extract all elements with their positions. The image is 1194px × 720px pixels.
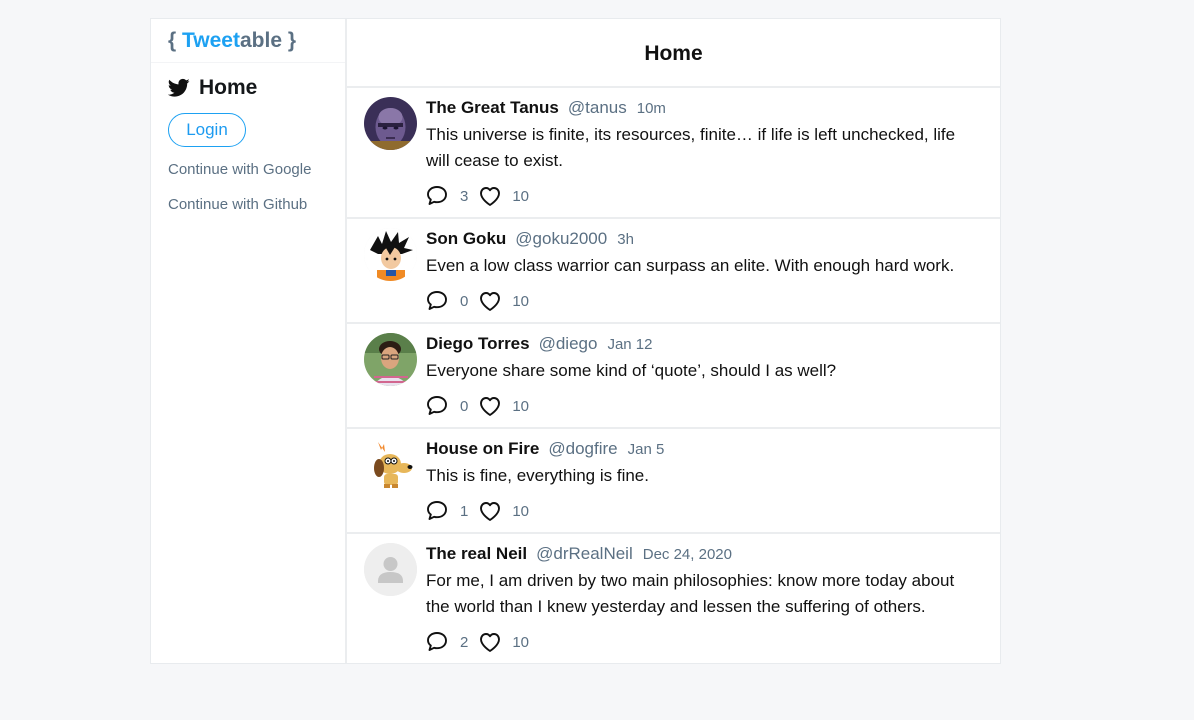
continue-with-github-link[interactable]: Continue with Github [168,196,345,213]
comment-icon[interactable] [426,395,450,417]
tweet-author-name[interactable]: House on Fire [426,439,539,459]
tweet-author-name[interactable]: Diego Torres [426,334,530,354]
like-count: 10 [512,502,530,520]
brand-logo[interactable]: { Tweetable } [151,19,345,63]
avatar[interactable] [364,228,417,281]
like-count: 10 [512,187,530,205]
tweet-author-handle[interactable]: @dogfire [548,439,617,459]
tweet-content: This is fine, everything is fine. [426,466,649,485]
bird-icon [168,78,190,97]
default-avatar-icon [364,543,417,596]
tweet-author-handle[interactable]: @diego [539,334,598,354]
tweet-actions: 0 10 [426,288,980,314]
comment-count: 0 [460,292,469,310]
continue-with-google-link[interactable]: Continue with Google [168,161,345,178]
brand-open-brace: { [168,29,183,52]
tweet-item[interactable]: Son Goku @goku2000 3h Even a low class w… [347,219,1000,324]
heart-icon[interactable] [478,395,502,417]
tweet-actions: 0 10 [426,393,980,419]
tweet-time: Dec 24, 2020 [642,546,732,563]
avatar-goku [364,228,417,281]
brand-able: able [239,29,283,52]
tweet-meta: The Great Tanus @tanus 10m [426,98,980,120]
app-container: { Tweetable } Home Login Continue with G… [150,18,1001,664]
comment-icon[interactable] [426,185,450,207]
heart-icon[interactable] [478,185,502,207]
login-button[interactable]: Login [168,113,246,147]
tweet-actions: 3 10 [426,183,980,209]
tweet-meta: Son Goku @goku2000 3h [426,229,980,251]
avatar[interactable] [364,97,417,150]
main-feed: Home The Great Tanus @tanus 10m This uni… [347,19,1000,663]
comment-icon[interactable] [426,500,450,522]
heart-icon[interactable] [478,631,502,653]
tweet-content: Even a low class warrior can surpass an … [426,256,955,275]
tweet-item[interactable]: The Great Tanus @tanus 10m This universe… [347,88,1000,219]
tweet-item[interactable]: Diego Torres @diego Jan 12 Everyone shar… [347,324,1000,429]
comment-icon[interactable] [426,290,450,312]
avatar[interactable] [364,438,417,491]
avatar[interactable] [364,333,417,386]
sidebar: { Tweetable } Home Login Continue with G… [151,19,347,663]
avatar[interactable] [364,543,417,596]
tweet-time: 10m [636,100,666,117]
tweet-actions: 2 10 [426,629,980,655]
tweet-meta: The real Neil @drRealNeil Dec 24, 2020 [426,544,980,566]
tweet-item[interactable]: The real Neil @drRealNeil Dec 24, 2020 F… [347,534,1000,663]
comment-count: 3 [460,187,469,205]
heart-icon[interactable] [478,500,502,522]
like-count: 10 [512,633,530,651]
comment-count: 1 [460,502,469,520]
comment-count: 0 [460,397,469,415]
tweet-item[interactable]: House on Fire @dogfire Jan 5 This is fin… [347,429,1000,534]
tweet-time: 3h [617,231,634,248]
brand-close-brace: } [282,29,297,52]
tweet-content: For me, I am driven by two main philosop… [426,571,955,616]
tweet-meta: Diego Torres @diego Jan 12 [426,334,980,356]
tweet-author-name[interactable]: The real Neil [426,544,527,564]
tweet-time: Jan 5 [627,441,665,458]
tweet-author-handle[interactable]: @drRealNeil [536,544,633,564]
tweet-author-handle[interactable]: @goku2000 [515,229,607,249]
comment-count: 2 [460,633,469,651]
tweet-actions: 1 10 [426,498,980,524]
sidebar-item-label: Home [199,76,258,99]
like-count: 10 [512,292,530,310]
comment-icon[interactable] [426,631,450,653]
sidebar-item-home[interactable]: Home [151,63,345,103]
tweet-author-handle[interactable]: @tanus [568,98,627,118]
tweet-content: This universe is finite, its resources, … [426,125,956,170]
heart-icon[interactable] [478,290,502,312]
tweet-author-name[interactable]: Son Goku [426,229,506,249]
page-title: Home [347,19,1000,88]
tweet-author-name[interactable]: The Great Tanus [426,98,559,118]
tweet-meta: House on Fire @dogfire Jan 5 [426,439,980,461]
like-count: 10 [512,397,530,415]
brand-tweet: Tweet [182,29,240,52]
tweet-content: Everyone share some kind of ‘quote’, sho… [426,361,837,380]
avatar-dogfire [364,438,417,491]
avatar-diego [364,333,417,386]
tweet-time: Jan 12 [607,336,653,353]
avatar-tanus [364,97,417,150]
